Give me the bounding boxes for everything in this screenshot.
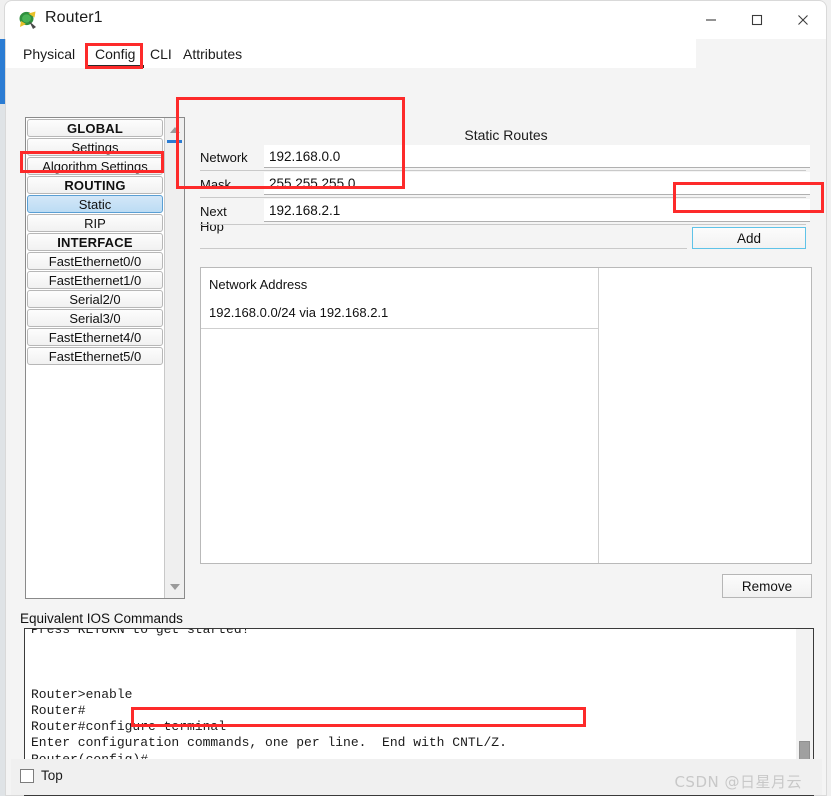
minimize-button[interactable]	[688, 1, 734, 39]
top-checkbox-label: Top	[41, 768, 63, 783]
tab-bar: Physical Config CLI Attributes	[6, 39, 696, 68]
mask-input[interactable]	[264, 172, 810, 195]
sidebar-item-static[interactable]: Static	[27, 195, 163, 213]
panel-title: Static Routes	[464, 127, 548, 143]
config-sidebar: GLOBAL Settings Algorithm Settings ROUTI…	[25, 117, 185, 599]
field-separator-4	[200, 248, 687, 249]
tab-config[interactable]: Config	[85, 43, 145, 68]
close-button[interactable]	[780, 1, 826, 39]
sidebar-list: GLOBAL Settings Algorithm Settings ROUTI…	[27, 119, 163, 366]
field-separator-3	[200, 224, 806, 225]
sidebar-item-serial3-0[interactable]: Serial3/0	[27, 309, 163, 327]
add-button[interactable]: Add	[692, 227, 806, 249]
sidebar-item-settings[interactable]: Settings	[27, 138, 163, 156]
window-controls	[688, 1, 826, 39]
tab-cli[interactable]: CLI	[145, 43, 177, 67]
mask-label: Mask	[200, 177, 232, 192]
router-icon	[18, 10, 38, 30]
router-config-window: Router1 Physical Config CLI Attributes G…	[0, 0, 831, 796]
scrollbar-thumb[interactable]	[167, 140, 182, 143]
next-hop-input[interactable]	[264, 199, 810, 222]
sidebar-item-fastethernet4-0[interactable]: FastEthernet4/0	[27, 328, 163, 346]
content-area: Physical Config CLI Attributes GLOBAL Se…	[5, 39, 827, 796]
equivalent-ios-commands-label: Equivalent IOS Commands	[20, 611, 183, 626]
routes-listbox[interactable]: Network Address 192.168.0.0/24 via 192.1…	[200, 267, 812, 564]
next-hop-label: Next Hop	[200, 204, 227, 234]
network-label: Network	[200, 150, 248, 165]
static-routes-panel: Static Routes Network Mask Next Hop Add	[196, 117, 816, 599]
tab-attributes[interactable]: Attributes	[178, 43, 247, 67]
sidebar-header-routing: ROUTING	[27, 176, 163, 194]
list-item[interactable]: 192.168.0.0/24 via 192.168.2.1	[209, 305, 388, 320]
scroll-up-icon[interactable]	[165, 120, 184, 139]
watermark: CSDN @日星月云	[674, 773, 802, 791]
bottom-bar: Top CSDN @日星月云	[11, 759, 822, 795]
sidebar-scrollbar[interactable]	[164, 118, 184, 598]
network-input[interactable]	[264, 145, 810, 168]
top-checkbox[interactable]	[20, 769, 34, 783]
sidebar-item-fastethernet1-0[interactable]: FastEthernet1/0	[27, 271, 163, 289]
maximize-button[interactable]	[734, 1, 780, 39]
tab-physical[interactable]: Physical	[18, 43, 80, 67]
field-separator-2	[200, 197, 806, 198]
sidebar-item-fastethernet0-0[interactable]: FastEthernet0/0	[27, 252, 163, 270]
sidebar-item-algorithm-settings[interactable]: Algorithm Settings	[27, 157, 163, 175]
listbox-column-divider	[598, 268, 599, 563]
window-title: Router1	[45, 9, 103, 26]
sidebar-header-global: GLOBAL	[27, 119, 163, 137]
scroll-down-icon[interactable]	[165, 577, 184, 596]
sidebar-header-interface: INTERFACE	[27, 233, 163, 251]
remove-button[interactable]: Remove	[722, 574, 812, 598]
sidebar-item-serial2-0[interactable]: Serial2/0	[27, 290, 163, 308]
listbox-header-network-address: Network Address	[209, 277, 308, 292]
field-separator-1	[200, 170, 806, 171]
sidebar-item-fastethernet5-0[interactable]: FastEthernet5/0	[27, 347, 163, 365]
title-bar: Router1	[4, 0, 827, 39]
sidebar-item-rip[interactable]: RIP	[27, 214, 163, 232]
listbox-header-underline	[201, 328, 598, 329]
